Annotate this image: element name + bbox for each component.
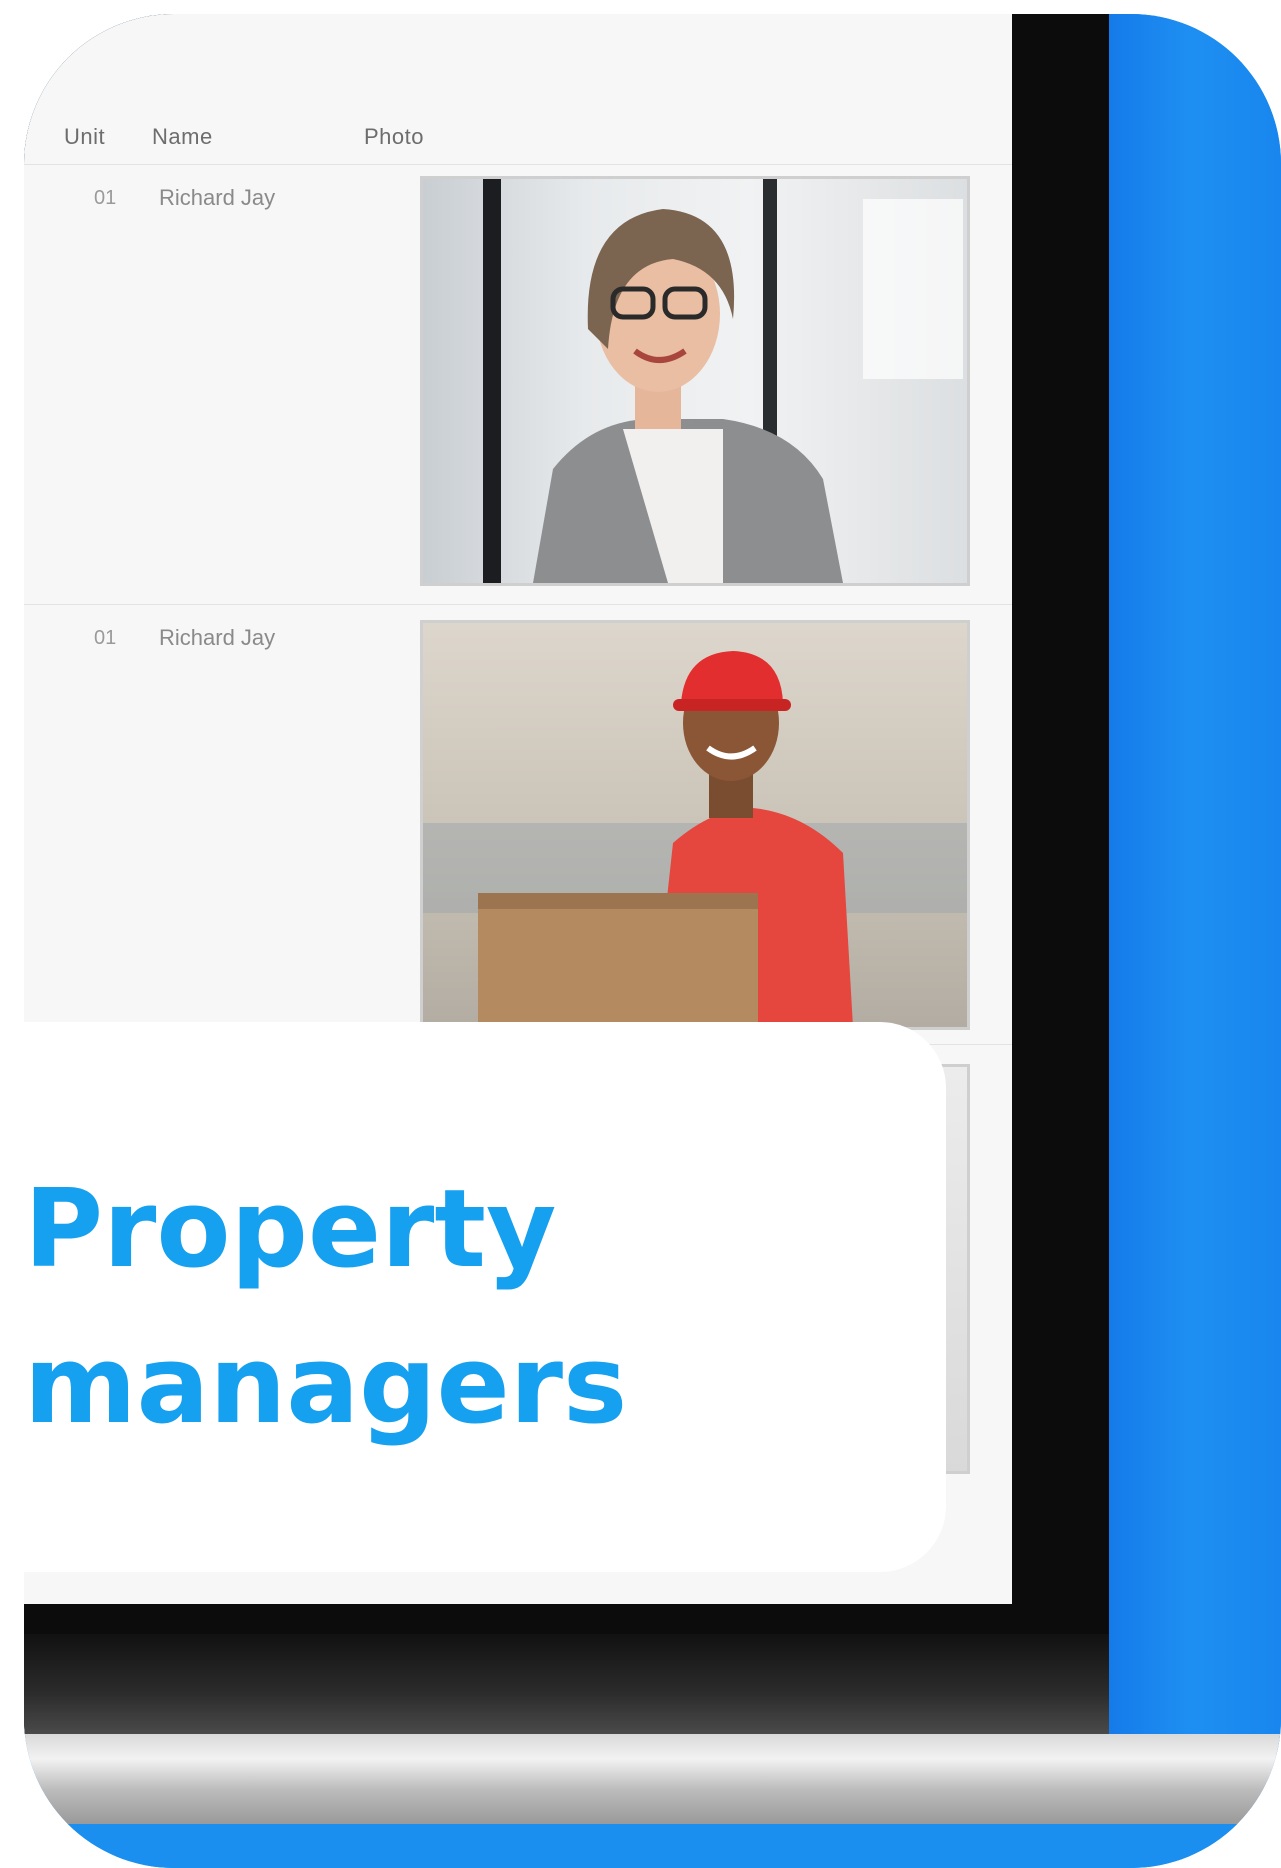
resident-photo-courier xyxy=(420,620,970,1030)
promo-card: Unit Name Photo 01 Richard Jay 01 Richar… xyxy=(24,14,1281,1868)
row-unit: 01 xyxy=(94,187,117,209)
courier-portrait-image xyxy=(423,651,967,1027)
woman-portrait-image xyxy=(483,179,963,583)
laptop-base xyxy=(24,1734,1281,1834)
column-header-name[interactable]: Name xyxy=(152,124,213,150)
headline-card: Property managers xyxy=(24,1022,946,1572)
headline-line-2: managers xyxy=(24,1323,628,1448)
table-header: Unit Name Photo xyxy=(24,114,1012,154)
resident-photo-woman xyxy=(420,176,970,586)
laptop-bezel-bottom xyxy=(24,1634,1109,1734)
column-header-photo[interactable]: Photo xyxy=(364,124,424,150)
blue-backdrop xyxy=(1099,14,1281,1754)
headline-line-1: Property xyxy=(24,1167,557,1292)
row-unit: 01 xyxy=(94,627,117,649)
column-header-unit[interactable]: Unit xyxy=(64,124,105,150)
headline: Property managers xyxy=(24,1152,944,1464)
row-name: Richard Jay xyxy=(159,625,276,650)
blue-base-strip xyxy=(24,1824,1281,1868)
row-name: Richard Jay xyxy=(159,185,276,210)
